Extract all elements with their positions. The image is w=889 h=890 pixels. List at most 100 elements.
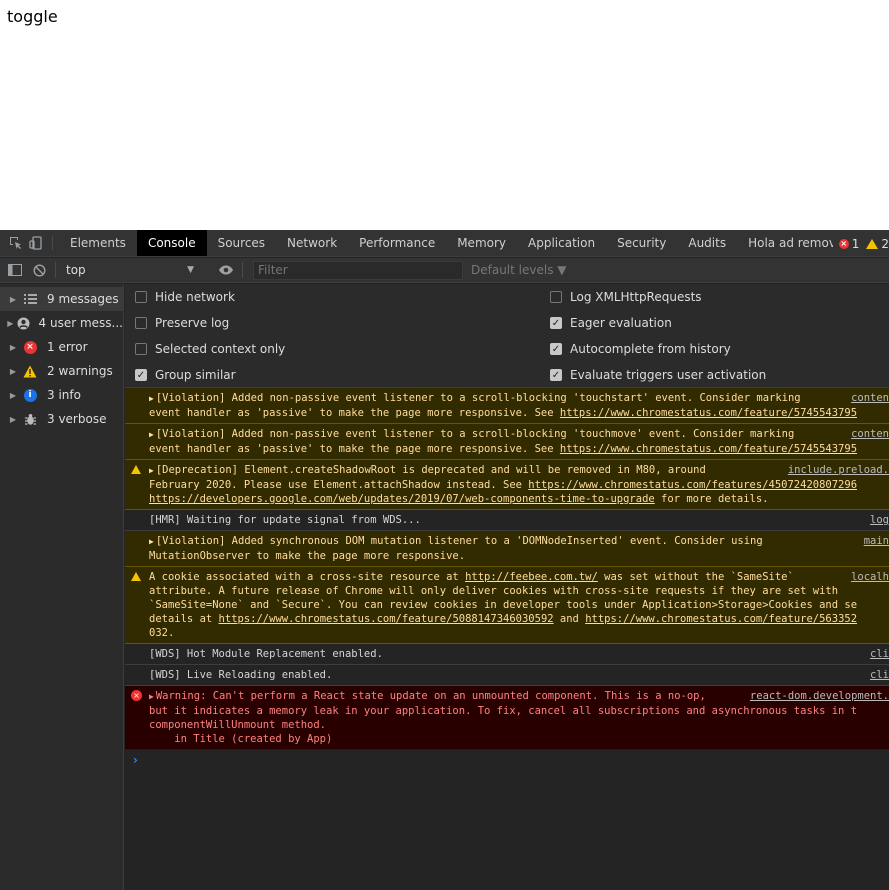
checkbox[interactable]: ✓ — [135, 369, 147, 381]
tab-audits[interactable]: Audits — [677, 230, 737, 256]
message-source-link[interactable]: cli — [862, 647, 889, 661]
console-message-plain: [HMR] Waiting for update signal from WDS… — [125, 510, 889, 531]
message-source-link[interactable]: localh — [843, 570, 889, 584]
message-line: event handler as 'passive' to make the p… — [149, 407, 858, 419]
live-expression-eye-icon[interactable] — [214, 265, 238, 275]
setting-group-similar[interactable]: ✓ Group similar — [135, 362, 236, 388]
console-prompt[interactable]: › — [125, 750, 889, 770]
setting-log-xmlhttprequests[interactable]: Log XMLHttpRequests — [550, 284, 702, 310]
message-line: attribute. A future release of Chrome wi… — [149, 585, 839, 597]
expand-arrow-icon[interactable]: ▶ — [4, 343, 22, 352]
tab-list: Elements Console Sources Network Performance… — [59, 230, 859, 256]
setting-selected-context-only[interactable]: Selected context only — [135, 336, 285, 362]
expand-arrow-icon[interactable]: ▶ — [4, 295, 22, 304]
show-sidebar-icon[interactable] — [3, 264, 27, 276]
clear-console-icon[interactable] — [27, 263, 51, 277]
message-line: February 2020. Please use Element.attach… — [149, 479, 858, 491]
warning-count-icon — [866, 238, 879, 249]
message-list: ▶ [Violation] Added non-passive event lis… — [125, 388, 889, 750]
info-icon: i — [22, 388, 38, 402]
console-message-warn: A cookie associated with a cross-site re… — [125, 567, 889, 644]
checkbox[interactable]: ✓ — [550, 369, 562, 381]
log-levels-dropdown[interactable]: Default levels ▼ — [471, 263, 567, 277]
tab-network[interactable]: Network — [276, 230, 348, 256]
sidebar-item-label: 4 user mess... — [38, 316, 123, 330]
tab-application[interactable]: Application — [517, 230, 606, 256]
console-main: Hide network Preserve log Selected context… — [125, 284, 889, 890]
warning-icon — [22, 364, 38, 378]
message-line: MutationObserver to make the page more r… — [149, 550, 466, 562]
expand-arrow-icon[interactable]: ▶ — [4, 319, 17, 328]
sidebar-item[interactable]: ▶ 3 verbose — [0, 407, 123, 431]
warning-icon — [131, 572, 141, 581]
message-line: [HMR] Waiting for update signal from WDS… — [149, 514, 421, 526]
context-value: top — [66, 263, 86, 277]
message-link[interactable]: https://www.chromestatus.com/feature/508… — [219, 613, 554, 625]
checkbox[interactable] — [135, 317, 147, 329]
message-source-link[interactable]: include.preload. — [779, 463, 889, 477]
setting-label: Preserve log — [155, 316, 230, 330]
inspect-element-icon[interactable] — [6, 230, 26, 256]
checkbox[interactable]: ✓ — [550, 343, 562, 355]
message-link[interactable]: http://feebee.com.tw/ — [465, 571, 598, 583]
error-icon: × — [22, 340, 38, 354]
sidebar-item[interactable]: ▶ × 1 error — [0, 335, 123, 359]
expand-arrow-icon[interactable]: ▶ — [149, 692, 154, 701]
checkbox[interactable] — [135, 343, 147, 355]
device-toolbar-icon[interactable] — [26, 230, 46, 256]
error-icon: × — [131, 690, 142, 701]
message-source-link[interactable]: conten — [843, 427, 889, 441]
message-line: componentWillUnmount method. — [149, 719, 327, 731]
tabbar-divider — [52, 236, 53, 250]
expand-arrow-icon[interactable]: ▶ — [149, 466, 154, 475]
expand-arrow-icon[interactable]: ▶ — [149, 394, 154, 403]
setting-label: Eager evaluation — [570, 316, 672, 330]
tab-memory[interactable]: Memory — [446, 230, 517, 256]
expand-arrow-icon[interactable]: ▶ — [4, 391, 22, 400]
tab-security[interactable]: Security — [606, 230, 677, 256]
message-line: details at https://www.chromestatus.com/… — [149, 613, 858, 625]
setting-preserve-log[interactable]: Preserve log — [135, 310, 229, 336]
console-message-warn: ▶ [Violation] Added synchronous DOM mutat… — [125, 531, 889, 567]
setting-hide-network[interactable]: Hide network — [135, 284, 235, 310]
message-link[interactable]: https://www.chromestatus.com/features/45… — [528, 479, 857, 491]
checkbox[interactable] — [550, 291, 562, 303]
setting-evaluate-triggers-user-activation[interactable]: ✓ Evaluate triggers user activation — [550, 362, 766, 388]
issue-counters[interactable]: × 1 2 — [832, 230, 889, 256]
tab-elements[interactable]: Elements — [59, 230, 137, 256]
devtools-tabbar: Elements Console Sources Network Performance… — [0, 230, 889, 257]
checkbox[interactable]: ✓ — [550, 317, 562, 329]
sidebar-item[interactable]: ▶ 9 messages — [0, 287, 123, 311]
tab-performance[interactable]: Performance — [348, 230, 446, 256]
checkbox[interactable] — [135, 291, 147, 303]
message-link[interactable]: https://www.chromestatus.com/feature/574… — [560, 407, 857, 419]
message-source-link[interactable]: main — [855, 534, 889, 548]
sidebar-item[interactable]: ▶ i 3 info — [0, 383, 123, 407]
list-icon — [22, 292, 38, 306]
message-line: ▶ [Violation] Added non-passive event lis… — [149, 392, 801, 404]
context-select[interactable]: top ▼ — [60, 260, 200, 280]
expand-arrow-icon[interactable]: ▶ — [4, 367, 22, 376]
warning-count: 2 — [881, 236, 889, 251]
message-source-link[interactable]: cli — [862, 668, 889, 682]
message-line: A cookie associated with a cross-site re… — [149, 571, 794, 583]
setting-autocomplete-from-history[interactable]: ✓ Autocomplete from history — [550, 336, 731, 362]
console-settings: Hide network Preserve log Selected context… — [125, 284, 889, 388]
message-link[interactable]: https://www.chromestatus.com/feature/563… — [585, 613, 857, 625]
toggle-text[interactable]: toggle — [7, 7, 58, 26]
message-source-link[interactable]: log — [862, 513, 889, 527]
message-link[interactable]: https://www.chromestatus.com/feature/574… — [560, 443, 857, 455]
expand-arrow-icon[interactable]: ▶ — [149, 537, 154, 546]
filter-input[interactable] — [253, 260, 463, 280]
sidebar-item[interactable]: ▶ 2 warnings — [0, 359, 123, 383]
expand-arrow-icon[interactable]: ▶ — [4, 415, 22, 424]
tab-console[interactable]: Console — [136, 230, 207, 256]
expand-arrow-icon[interactable]: ▶ — [149, 430, 154, 439]
message-source-link[interactable]: react-dom.development. — [741, 689, 889, 703]
message-link[interactable]: https://developers.google.com/web/update… — [149, 493, 655, 505]
tab-sources[interactable]: Sources — [207, 230, 276, 256]
message-source-link[interactable]: conten — [843, 391, 889, 405]
sidebar-item[interactable]: ▶ 4 user mess... — [0, 311, 123, 335]
setting-eager-evaluation[interactable]: ✓ Eager evaluation — [550, 310, 672, 336]
console-sidebar: ▶ 9 messages ▶ 4 user mess... ▶ × 1 error ▶ 2 wa… — [0, 284, 124, 890]
